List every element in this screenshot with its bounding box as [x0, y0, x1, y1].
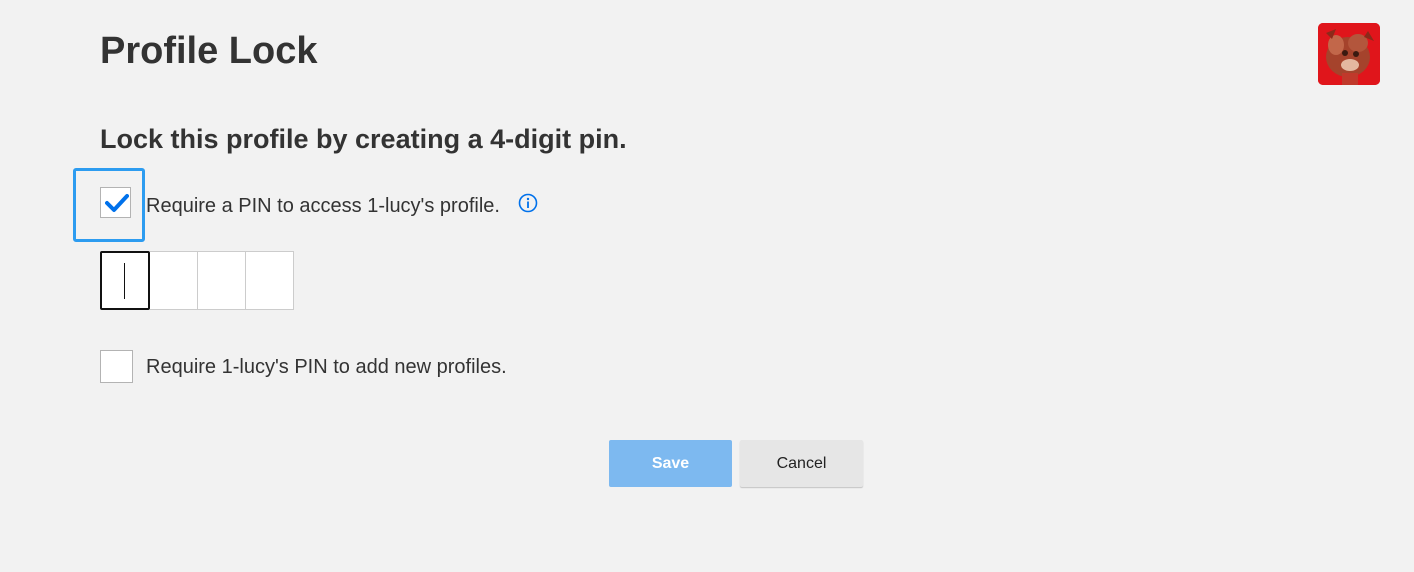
require-pin-new-profiles-label: Require 1-lucy's PIN to add new profiles…: [146, 356, 507, 378]
cancel-button[interactable]: Cancel: [740, 440, 863, 487]
pin-digit-4[interactable]: [246, 251, 294, 310]
pin-instructions: Lock this profile by creating a 4-digit …: [100, 124, 627, 154]
require-pin-checkbox[interactable]: [100, 187, 131, 218]
profile-lock-page: Profile Lock Lock this profile by creati…: [0, 0, 1414, 572]
save-button[interactable]: Save: [609, 440, 732, 487]
checkmark-icon: [105, 194, 129, 212]
page-title: Profile Lock: [100, 30, 318, 72]
pin-digit-2[interactable]: [150, 251, 198, 310]
pin-digit-1[interactable]: [100, 251, 150, 310]
text-caret: [124, 263, 125, 299]
profile-avatar[interactable]: [1318, 23, 1380, 85]
require-pin-label: Require a PIN to access 1-lucy's profile…: [146, 195, 500, 217]
pin-input-group: [100, 251, 294, 310]
pin-digit-3[interactable]: [198, 251, 246, 310]
info-icon[interactable]: [518, 193, 538, 213]
require-pin-new-profiles-checkbox[interactable]: [100, 350, 133, 383]
profile-avatar-icon: [1318, 23, 1380, 85]
